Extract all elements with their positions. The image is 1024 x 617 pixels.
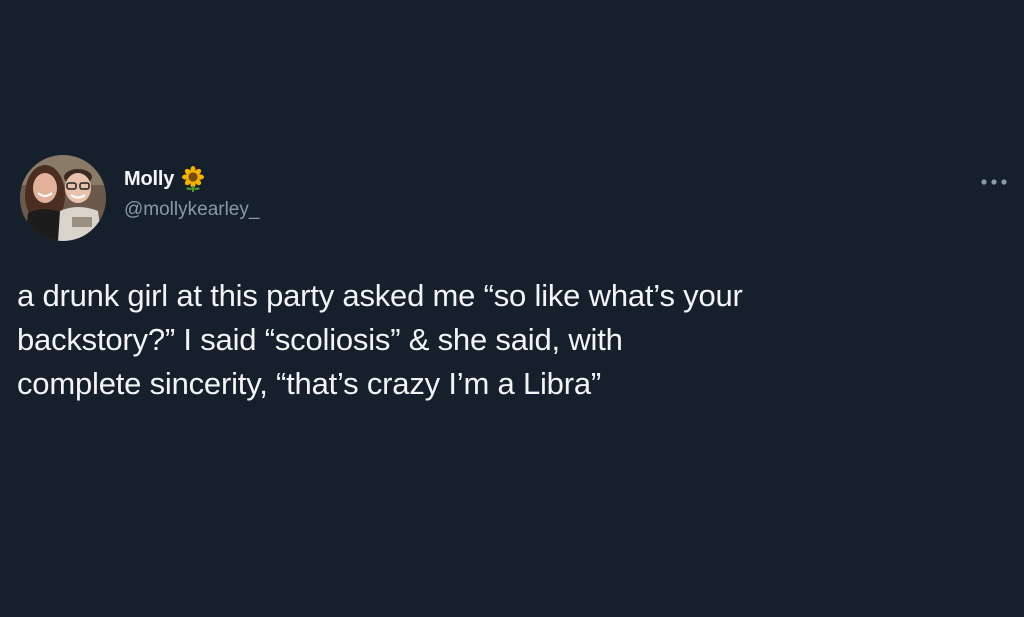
avatar-photo [20,155,106,241]
author-name-row: Molly [124,164,206,194]
display-name[interactable]: Molly [124,168,174,191]
sunflower-icon [180,166,206,192]
user-handle[interactable]: @mollykearley_ [124,199,259,221]
more-options-button[interactable] [978,172,1010,192]
avatar[interactable] [20,155,106,241]
tweet-card: Molly @mollykearley_ a drunk girl at thi… [0,0,1024,617]
tweet-text: a drunk girl at this party asked me “so … [17,278,743,401]
more-options-icon [981,179,1007,185]
